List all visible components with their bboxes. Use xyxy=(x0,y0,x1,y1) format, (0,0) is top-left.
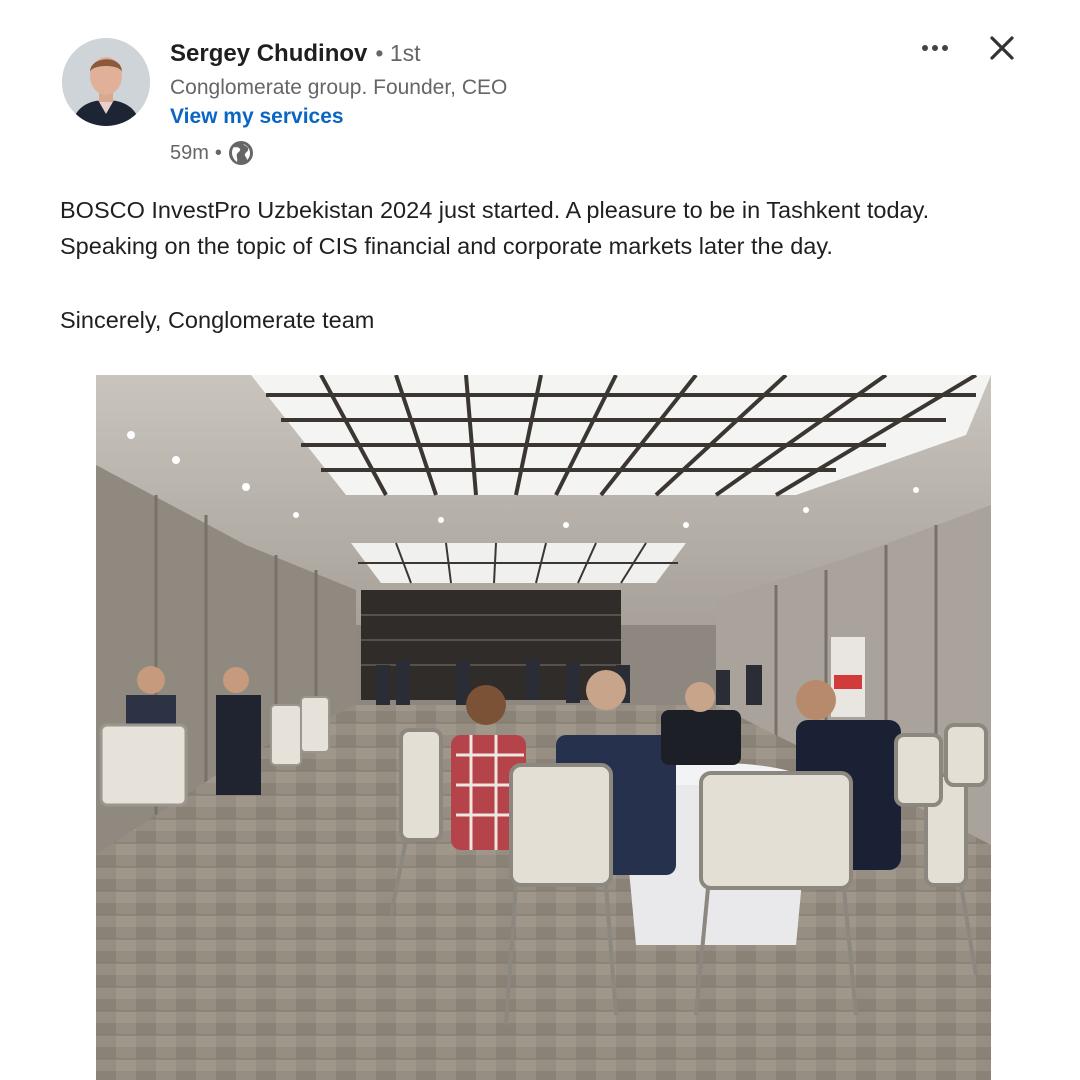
post-image[interactable] xyxy=(96,375,991,1080)
globe-icon xyxy=(228,140,254,166)
close-icon[interactable] xyxy=(984,30,1020,66)
post-meta: 59m • xyxy=(170,140,254,166)
author-avatar[interactable] xyxy=(62,38,150,126)
post-text-line: BOSCO InvestPro Uzbekistan 2024 just sta… xyxy=(60,197,930,223)
more-options-icon[interactable] xyxy=(918,30,952,66)
post-text-line: Speaking on the topic of CIS financial a… xyxy=(60,233,833,259)
author-header: Sergey Chudinov • 1st xyxy=(170,40,421,74)
post-time: 59m xyxy=(170,141,209,164)
conference-hall-photo xyxy=(96,375,991,1080)
meta-separator: • xyxy=(214,141,222,164)
avatar-photo xyxy=(62,38,150,126)
post-signoff: Sincerely, Conglomerate team xyxy=(60,307,375,333)
view-services-link[interactable]: View my services xyxy=(170,105,344,129)
author-name[interactable]: Sergey Chudinov xyxy=(170,40,367,68)
connection-degree: • 1st xyxy=(375,40,421,66)
author-headline: Conglomerate group. Founder, CEO xyxy=(170,76,508,99)
post-text: BOSCO InvestPro Uzbekistan 2024 just sta… xyxy=(60,192,1040,338)
